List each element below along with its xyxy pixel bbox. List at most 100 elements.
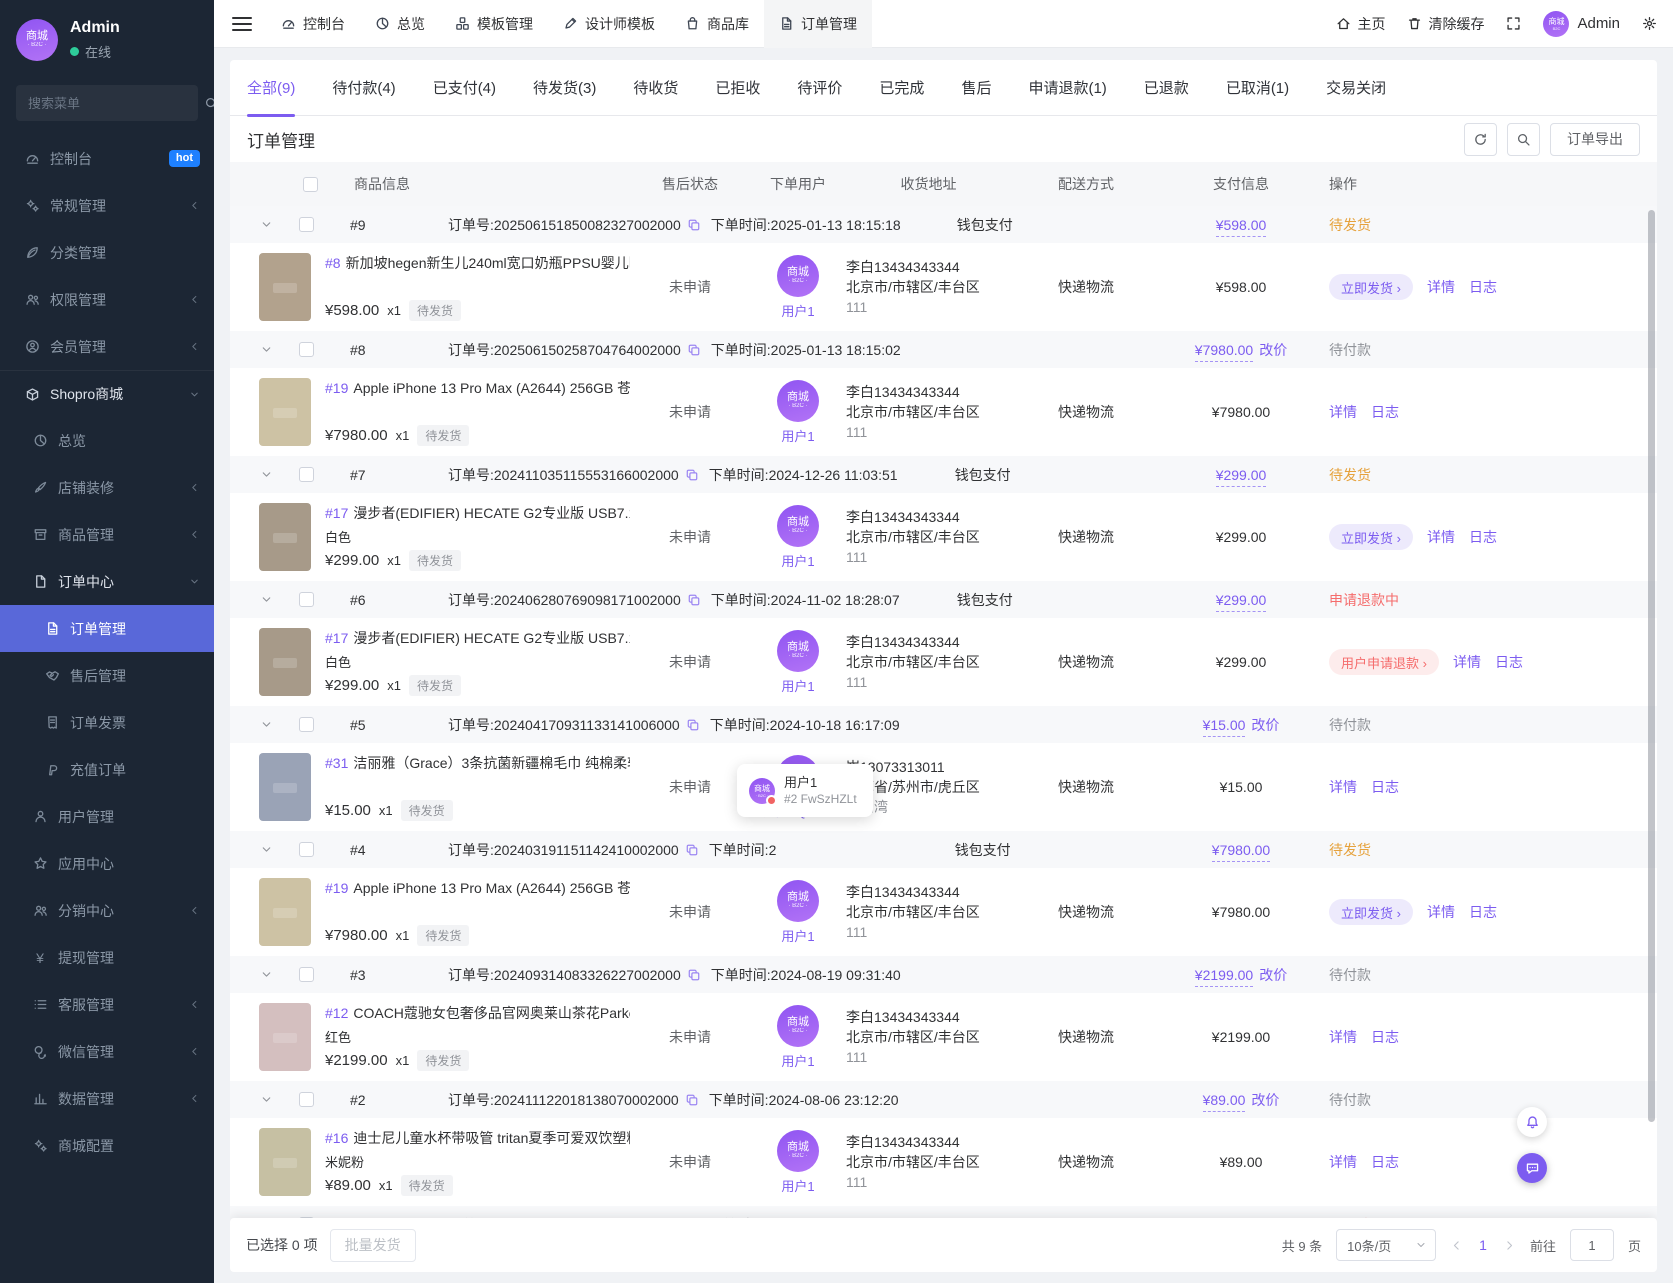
sidebar-item-20[interactable]: 微信管理 bbox=[0, 1028, 214, 1075]
buyer-avatar[interactable]: 商城· B2C · bbox=[777, 380, 819, 422]
status-tab-9[interactable]: 售后 bbox=[961, 60, 991, 116]
search-button[interactable] bbox=[1507, 123, 1540, 156]
select-all-checkbox[interactable] bbox=[303, 177, 318, 192]
sidebar-item-7[interactable]: 总览 bbox=[0, 417, 214, 464]
sidebar-item-3[interactable]: 分类管理 bbox=[0, 229, 214, 276]
log-link[interactable]: 日志 bbox=[1371, 402, 1399, 422]
status-tab-1[interactable]: 全部(9) bbox=[247, 60, 295, 116]
edit-price-link[interactable]: 改价 bbox=[1251, 1092, 1279, 1108]
nav-tab-6[interactable]: 订单管理 bbox=[764, 0, 872, 48]
copy-icon[interactable] bbox=[687, 343, 701, 357]
refresh-button[interactable] bbox=[1464, 123, 1497, 156]
buyer-name-link[interactable]: 用户1 bbox=[781, 551, 814, 570]
order-amount[interactable]: ¥299.00 bbox=[1216, 467, 1267, 487]
ship-now-button[interactable]: 立即发货 › bbox=[1329, 274, 1413, 300]
sidebar-item-2[interactable]: 常规管理 bbox=[0, 182, 214, 229]
goto-page-input[interactable] bbox=[1570, 1229, 1614, 1261]
expand-row-icon[interactable] bbox=[246, 843, 286, 856]
sidebar-item-14[interactable]: 充值订单 bbox=[0, 746, 214, 793]
sidebar-item-19[interactable]: 客服管理 bbox=[0, 981, 214, 1028]
chat-button[interactable] bbox=[1517, 1153, 1547, 1183]
product-id-link[interactable]: #17 bbox=[325, 505, 348, 521]
buyer-avatar[interactable]: 商城· B2C · bbox=[777, 1005, 819, 1047]
row-checkbox[interactable] bbox=[299, 592, 314, 607]
detail-link[interactable]: 详情 bbox=[1427, 902, 1455, 922]
order-amount[interactable]: ¥7980.00 bbox=[1212, 842, 1270, 862]
status-tab-11[interactable]: 已退款 bbox=[1144, 60, 1189, 116]
expand-row-icon[interactable] bbox=[246, 593, 286, 606]
menu-search-input[interactable] bbox=[28, 96, 204, 111]
order-amount[interactable]: ¥15.00 bbox=[1203, 717, 1246, 737]
sidebar-item-4[interactable]: 权限管理 bbox=[0, 276, 214, 323]
sidebar-item-21[interactable]: 数据管理 bbox=[0, 1075, 214, 1122]
current-page[interactable]: 1 bbox=[1477, 1237, 1489, 1253]
order-amount[interactable]: ¥2199.00 bbox=[1195, 967, 1253, 987]
order-amount[interactable]: ¥7980.00 bbox=[1195, 342, 1253, 362]
user-menu[interactable]: 商城 B2C Admin bbox=[1543, 11, 1620, 37]
product-id-link[interactable]: #16 bbox=[325, 1130, 348, 1146]
edit-price-link[interactable]: 改价 bbox=[1259, 967, 1287, 983]
prev-page-icon[interactable] bbox=[1450, 1239, 1463, 1252]
order-amount[interactable]: ¥299.00 bbox=[1216, 592, 1267, 612]
sidebar-item-16[interactable]: 应用中心 bbox=[0, 840, 214, 887]
edit-price-link[interactable]: 改价 bbox=[1259, 342, 1287, 358]
status-tab-8[interactable]: 已完成 bbox=[879, 60, 924, 116]
expand-row-icon[interactable] bbox=[246, 218, 286, 231]
product-id-link[interactable]: #8 bbox=[325, 255, 341, 271]
ship-now-button[interactable]: 立即发货 › bbox=[1329, 899, 1413, 925]
nav-tab-1[interactable]: 控制台 bbox=[266, 0, 360, 48]
row-checkbox[interactable] bbox=[299, 1092, 314, 1107]
next-page-icon[interactable] bbox=[1503, 1239, 1516, 1252]
product-id-link[interactable]: #31 bbox=[325, 755, 348, 771]
home-link[interactable]: 主页 bbox=[1336, 14, 1385, 34]
status-tab-12[interactable]: 已取消(1) bbox=[1226, 60, 1289, 116]
log-link[interactable]: 日志 bbox=[1371, 1027, 1399, 1047]
buyer-avatar[interactable]: 商城· B2C · bbox=[777, 880, 819, 922]
settings-gear-icon[interactable] bbox=[1642, 16, 1657, 31]
row-checkbox[interactable] bbox=[299, 717, 314, 732]
sidebar-item-15[interactable]: 用户管理 bbox=[0, 793, 214, 840]
notification-bell-button[interactable] bbox=[1517, 1107, 1547, 1137]
sidebar-item-6[interactable]: Shopro商城 bbox=[0, 370, 214, 417]
buyer-name-link[interactable]: 用户1 bbox=[781, 1051, 814, 1070]
log-link[interactable]: 日志 bbox=[1371, 777, 1399, 797]
copy-icon[interactable] bbox=[685, 1093, 699, 1107]
row-checkbox[interactable] bbox=[299, 967, 314, 982]
detail-link[interactable]: 详情 bbox=[1329, 777, 1357, 797]
status-tab-2[interactable]: 待付款(4) bbox=[332, 60, 395, 116]
sidebar-item-12[interactable]: 售后管理 bbox=[0, 652, 214, 699]
detail-link[interactable]: 详情 bbox=[1427, 527, 1455, 547]
page-size-select[interactable]: 10条/页 bbox=[1336, 1229, 1436, 1261]
nav-tab-3[interactable]: 模板管理 bbox=[440, 0, 548, 48]
detail-link[interactable]: 详情 bbox=[1427, 277, 1455, 297]
buyer-avatar[interactable]: 商城· B2C · bbox=[777, 505, 819, 547]
sidebar-item-13[interactable]: 订单发票 bbox=[0, 699, 214, 746]
sidebar-item-5[interactable]: 会员管理 bbox=[0, 323, 214, 370]
log-link[interactable]: 日志 bbox=[1469, 277, 1497, 297]
edit-price-link[interactable]: 改价 bbox=[1251, 717, 1279, 733]
copy-icon[interactable] bbox=[685, 468, 699, 482]
product-id-link[interactable]: #19 bbox=[325, 380, 348, 396]
sidebar-item-9[interactable]: 商品管理 bbox=[0, 511, 214, 558]
detail-link[interactable]: 详情 bbox=[1329, 1027, 1357, 1047]
buyer-avatar[interactable]: 商城· B2C · bbox=[777, 1130, 819, 1172]
order-amount[interactable]: ¥89.00 bbox=[1203, 1092, 1246, 1112]
expand-row-icon[interactable] bbox=[246, 468, 286, 481]
product-id-link[interactable]: #12 bbox=[325, 1005, 348, 1021]
row-checkbox[interactable] bbox=[299, 342, 314, 357]
search-icon[interactable] bbox=[204, 96, 214, 111]
copy-icon[interactable] bbox=[686, 718, 700, 732]
copy-icon[interactable] bbox=[685, 843, 699, 857]
log-link[interactable]: 日志 bbox=[1371, 1152, 1399, 1172]
buyer-name-link[interactable]: 用户1 bbox=[781, 676, 814, 695]
fullscreen-icon[interactable] bbox=[1506, 16, 1521, 31]
refund-request-button[interactable]: 用户申请退款 › bbox=[1329, 649, 1439, 675]
nav-tab-5[interactable]: 商品库 bbox=[670, 0, 764, 48]
row-checkbox[interactable] bbox=[299, 842, 314, 857]
buyer-avatar[interactable]: 商城· B2C · bbox=[777, 255, 819, 297]
expand-row-icon[interactable] bbox=[246, 343, 286, 356]
expand-row-icon[interactable] bbox=[246, 968, 286, 981]
buyer-name-link[interactable]: 用户1 bbox=[781, 301, 814, 320]
sidebar-item-10[interactable]: 订单中心 bbox=[0, 558, 214, 605]
nav-tab-2[interactable]: 总览 bbox=[360, 0, 440, 48]
